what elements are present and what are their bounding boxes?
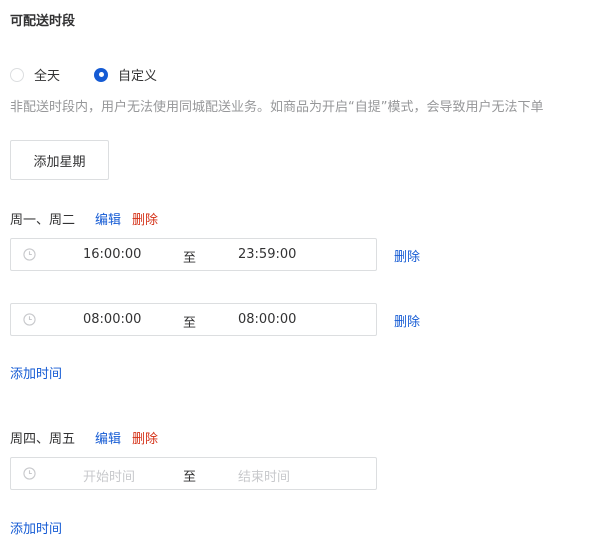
add-time-link-mon-tue[interactable]: 添加时间: [10, 363, 62, 382]
range-separator: 至: [183, 470, 197, 485]
radio-circle-checked[interactable]: [94, 67, 108, 82]
radio-all-day[interactable]: 全天: [10, 65, 60, 84]
edit-link-mon-tue[interactable]: 编辑: [95, 209, 121, 228]
radio-label-all-day: 全天: [34, 69, 61, 84]
radio-custom[interactable]: 自定义: [94, 65, 157, 84]
end-time-placeholder: 结束时间: [238, 470, 291, 485]
delete-range-button[interactable]: 删除: [394, 311, 420, 330]
start-time: 16:00:00: [83, 247, 142, 262]
end-time: 23:59:00: [238, 247, 297, 262]
clock-icon: [23, 313, 36, 326]
end-time: 08:00:00: [238, 312, 297, 327]
clock-icon: [23, 248, 36, 261]
add-time-link-thu-fri[interactable]: 添加时间: [10, 518, 62, 537]
delete-range-button[interactable]: 删除: [394, 246, 420, 265]
delete-link-thu-fri[interactable]: 删除: [132, 428, 158, 447]
time-range-picker[interactable]: 08:00:00 至 08:00:00: [10, 303, 377, 336]
edit-link-thu-fri[interactable]: 编辑: [95, 428, 121, 447]
description-text: 非配送时段内，用户无法使用同城配送业务。如商品为开启“自提”模式，会导致用户无法…: [10, 100, 544, 115]
radio-circle-unchecked[interactable]: [10, 67, 24, 82]
start-time: 08:00:00: [83, 312, 142, 327]
clock-icon: [23, 467, 36, 480]
radio-label-custom: 自定义: [118, 69, 158, 84]
range-separator: 至: [183, 316, 197, 331]
range-separator: 至: [183, 251, 197, 266]
add-week-button[interactable]: 添加星期: [10, 140, 109, 180]
group-title-thu-fri: 周四、周五: [10, 432, 76, 447]
group-title-mon-tue: 周一、周二: [10, 213, 76, 228]
time-range-picker[interactable]: 开始时间 至 结束时间: [10, 457, 377, 490]
time-range-picker[interactable]: 16:00:00 至 23:59:00: [10, 238, 377, 271]
section-title: 可配送时段: [10, 14, 76, 29]
delete-link-mon-tue[interactable]: 删除: [132, 209, 158, 228]
start-time-placeholder: 开始时间: [83, 470, 136, 485]
